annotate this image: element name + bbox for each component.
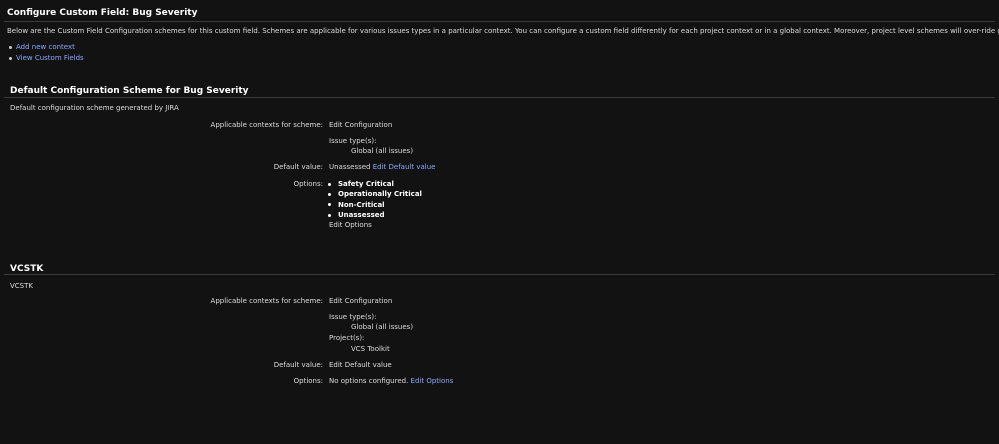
bullet-icon <box>328 182 331 186</box>
default-value-row: Unassessed Edit Default value <box>329 163 435 171</box>
options-label: Options: <box>293 180 323 188</box>
page-title: Configure Custom Field: Bug Severity <box>7 8 198 18</box>
scheme-divider <box>4 274 995 275</box>
edit-configuration-link[interactable]: Edit Configuration <box>329 297 392 305</box>
issue-types-label: Issue type(s): <box>329 137 377 145</box>
option-label: Unassessed <box>338 211 385 220</box>
scheme-description: VCSTK <box>10 282 33 290</box>
bullet-icon <box>328 203 331 207</box>
scheme-title: VCSTK <box>10 264 44 274</box>
issue-types-value: Global (all issues) <box>351 147 414 155</box>
option-label: Operationally Critical <box>338 190 422 199</box>
edit-default-value-link[interactable]: Edit Default value <box>373 163 436 171</box>
edit-configuration-link[interactable]: Edit Configuration <box>329 121 392 129</box>
intro-text: Below are the Custom Field Configuration… <box>7 27 999 35</box>
edit-default-value-link[interactable]: Edit Default value <box>329 361 392 369</box>
contexts-label: Applicable contexts for scheme: <box>210 297 323 305</box>
title-divider <box>4 21 995 22</box>
list-item: Add new context <box>7 42 84 53</box>
no-options-text: No options configured. <box>329 377 409 385</box>
bullet-icon <box>328 213 331 217</box>
issue-types-label: Issue type(s): <box>329 313 377 321</box>
scheme-title: Default Configuration Scheme for Bug Sev… <box>10 86 249 96</box>
edit-options-link[interactable]: Edit Options <box>411 377 454 385</box>
scheme-divider <box>4 97 995 98</box>
scheme-description: Default configuration scheme generated b… <box>10 104 179 112</box>
option-item: Unassessed <box>326 210 422 220</box>
option-item: Operationally Critical <box>326 189 422 199</box>
action-list: Add new context View Custom Fields <box>7 42 84 64</box>
contexts-label: Applicable contexts for scheme: <box>210 121 323 129</box>
bullet-icon <box>328 192 331 196</box>
option-item: Safety Critical <box>326 179 422 189</box>
default-value-label: Default value: <box>273 163 323 171</box>
default-value: Unassessed <box>329 163 371 171</box>
option-label: Non-Critical <box>338 200 385 209</box>
default-value-label: Default value: <box>273 361 323 369</box>
bullet-icon <box>9 46 12 49</box>
add-new-context-link[interactable]: Add new context <box>16 42 75 53</box>
option-label: Safety Critical <box>338 180 394 189</box>
options-row: No options configured. Edit Options <box>329 377 453 385</box>
project-link[interactable]: VCS Toolkit <box>351 345 390 353</box>
option-item: Non-Critical <box>326 200 422 210</box>
view-custom-fields-link[interactable]: View Custom Fields <box>16 53 84 64</box>
edit-options-link[interactable]: Edit Options <box>329 221 372 229</box>
options-label: Options: <box>293 377 323 385</box>
bullet-icon <box>9 57 12 60</box>
projects-label: Project(s): <box>329 334 365 342</box>
issue-types-value: Global (all issues) <box>351 323 414 331</box>
list-item: View Custom Fields <box>7 53 84 64</box>
options-list: Safety Critical Operationally Critical N… <box>326 179 422 220</box>
